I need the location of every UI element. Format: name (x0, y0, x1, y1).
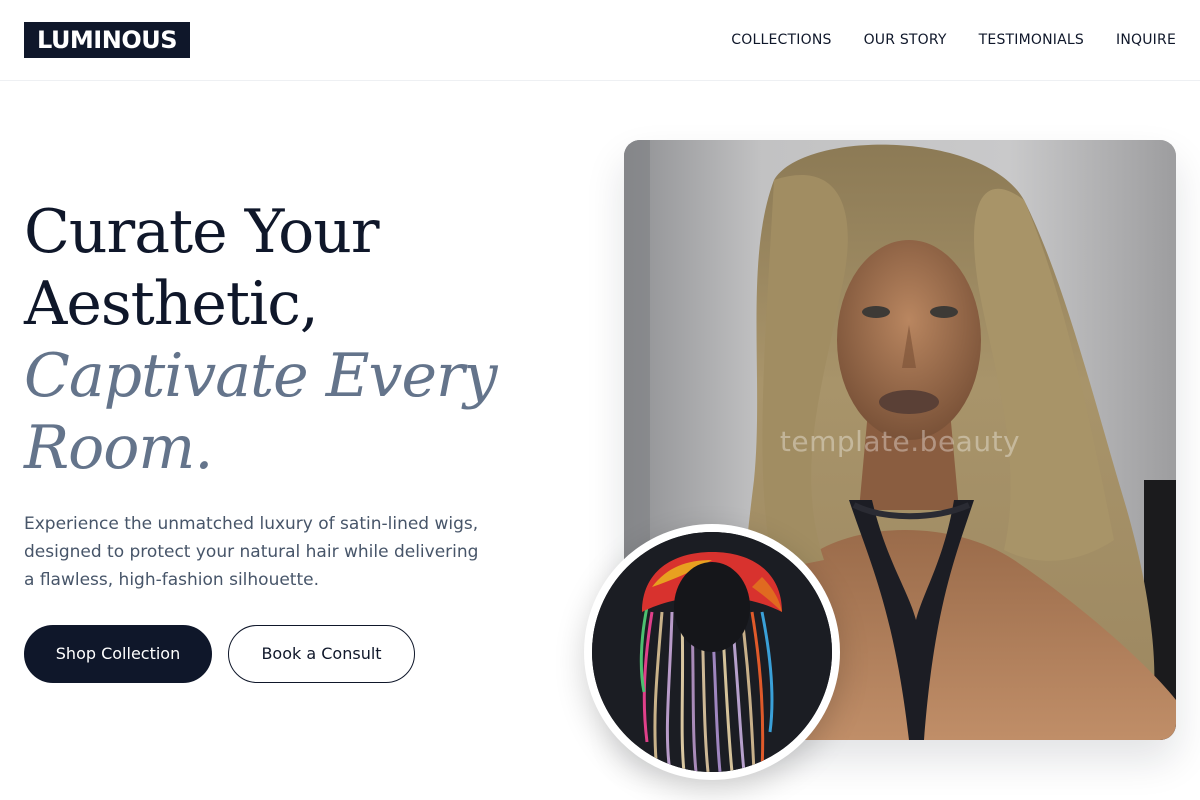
nav-item-inquire[interactable]: INQUIRE (1116, 31, 1176, 49)
image-watermark: template.beauty (779, 425, 1021, 458)
inset-photo (592, 532, 832, 772)
site-header: LUMINOUS COLLECTIONS OUR STORY TESTIMONI… (0, 0, 1200, 81)
rainbow-braided-wig-image (592, 532, 832, 772)
headline-accent-line-1: Captivate Every (24, 341, 498, 411)
main-nav: COLLECTIONS OUR STORY TESTIMONIALS INQUI… (731, 31, 1176, 49)
nav-item-collections[interactable]: COLLECTIONS (731, 31, 831, 49)
shop-collection-button[interactable]: Shop Collection (24, 625, 212, 683)
book-consult-button[interactable]: Book a Consult (228, 625, 415, 683)
nav-item-testimonials[interactable]: TESTIMONIALS (979, 31, 1084, 49)
brand-logo[interactable]: LUMINOUS (24, 22, 190, 58)
hero-description: Experience the unmatched luxury of satin… (24, 514, 479, 590)
hero-headline: Curate Your Aesthetic, Captivate Every R… (24, 196, 544, 484)
nav-item-our-story[interactable]: OUR STORY (864, 31, 947, 49)
headline-line-2: Aesthetic, (24, 269, 319, 339)
headline-accent-line-2: Room. (24, 413, 213, 483)
inset-photo-frame (584, 524, 840, 780)
headline-line-1: Curate Your (24, 197, 380, 267)
